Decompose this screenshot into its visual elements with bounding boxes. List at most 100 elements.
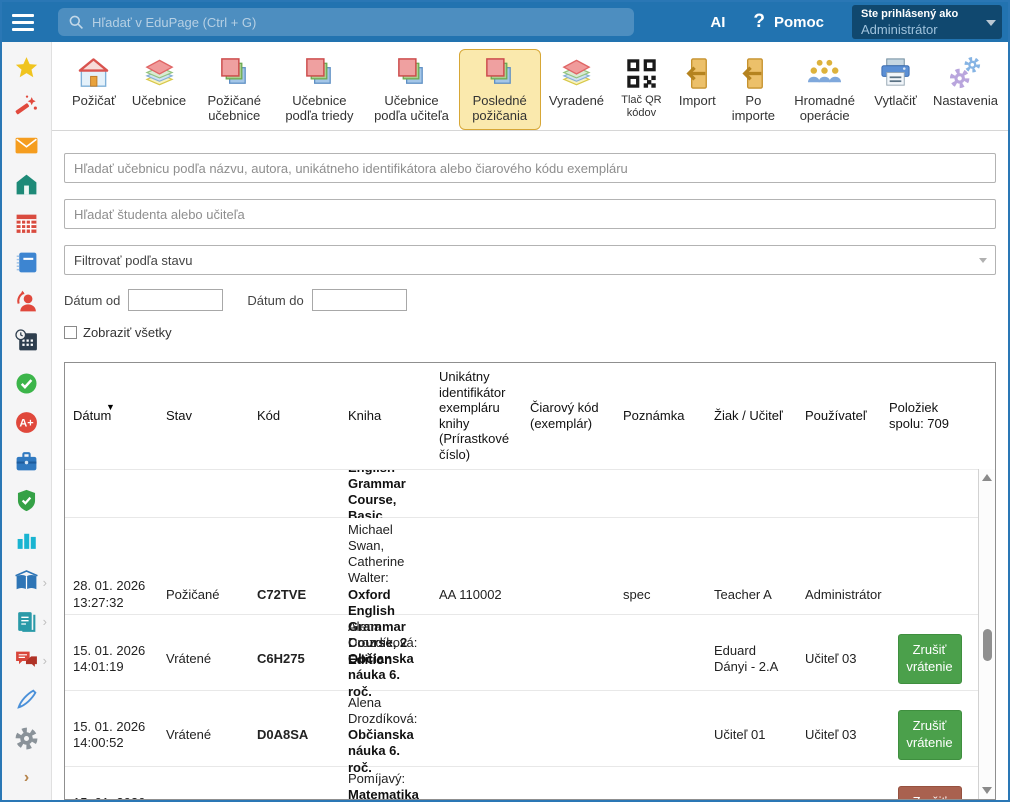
column-header-datum[interactable]: Dátum ▼ [65, 402, 158, 430]
cancel-loan-button[interactable]: Zrušiť požičanie [898, 786, 962, 799]
column-header-stav[interactable]: Stav [158, 402, 249, 430]
date-from-input[interactable] [128, 289, 223, 311]
toolbar-item-label: Učebnice podľa učiteľa [372, 94, 450, 124]
printer-icon [878, 56, 913, 91]
pen-icon [14, 687, 39, 712]
filters-section: Filtrovať podľa stavu Dátum od Dátum do … [52, 131, 1008, 350]
table-scrollbar[interactable] [978, 469, 995, 799]
gears-icon [948, 56, 983, 91]
cell-pouzivatel [797, 470, 881, 478]
loans-table: Dátum ▼ Stav Kód Kniha Unikátny identifi… [64, 362, 996, 800]
column-header-kniha[interactable]: Kniha [340, 402, 431, 430]
toolbar-item-pozicane-ucebnice[interactable]: Požičané učebnice [194, 49, 274, 130]
table-row[interactable]: 28. 01. 202613:27:32 Požičané C72TVE Mic… [65, 517, 978, 614]
date-from-label: Dátum od [64, 293, 120, 308]
sidebar-item-settings[interactable] [2, 719, 51, 758]
toolbar-item-po-importe[interactable]: Po importe [724, 49, 783, 130]
column-header-poznamka[interactable]: Poznámka [615, 402, 706, 430]
sidebar-item-documents[interactable]: › [2, 602, 51, 641]
sidebar-item-substitution[interactable] [2, 282, 51, 321]
table-body: English Grammar Course, Basic 28. 01. 20… [65, 469, 978, 799]
show-all-checkbox-row[interactable]: Zobraziť všetky [64, 325, 996, 340]
toolbar-item-label: Učebnice [132, 94, 186, 109]
toolbar-item-label: Hromadné operácie [791, 94, 858, 124]
cell-unikatny-identifikator [431, 731, 522, 739]
school-house-icon [14, 172, 39, 197]
column-header-ciarovy-kod[interactable]: Čiarový kód (exemplár) [522, 394, 615, 437]
ai-button[interactable]: AI [696, 14, 739, 31]
toolbar-item-vytlacit[interactable]: Vytlačiť [866, 49, 925, 115]
date-to-input[interactable] [312, 289, 407, 311]
column-header-kod[interactable]: Kód [249, 402, 340, 430]
toolbar-item-tlac-qr-kodov[interactable]: Tlač QR kódov [612, 49, 671, 125]
cell-akcia [881, 591, 978, 599]
cell-kod: D0A8SA [249, 723, 340, 747]
status-filter-select[interactable]: Filtrovať podľa stavu [64, 245, 996, 275]
expand-sidebar-button[interactable]: › [2, 758, 51, 797]
toolbar-item-vyradene[interactable]: Vyradené [541, 49, 612, 115]
sidebar-item-messages[interactable] [2, 126, 51, 165]
toolbar-item-pozicat[interactable]: Požičať [64, 49, 124, 115]
toolbar-item-nastavenia[interactable]: Nastavenia [925, 49, 1006, 115]
column-header-unikatny-identifikator[interactable]: Unikátny identifikátor exempláru knihy (… [431, 363, 522, 469]
sidebar-item-communication[interactable]: › [2, 641, 51, 680]
toolbar-item-label: Vyradené [549, 94, 604, 109]
import-arrow-icon [680, 56, 715, 91]
cell-ciarovy-kod [522, 655, 615, 663]
table-row[interactable]: 15. 01. 202614:00:52 Vrátené D0A8SA Alen… [65, 690, 978, 766]
book-search-input[interactable] [64, 153, 996, 183]
cell-kniha: Pomíjavý: Matematika pre 2. ročník, prac… [340, 767, 431, 799]
column-header-ziak-ucitel[interactable]: Žiak / Učiteľ [706, 402, 797, 430]
sidebar-item-favorites[interactable] [2, 48, 51, 87]
global-search-input[interactable] [92, 15, 624, 30]
app-window: AI ? Pomoc Ste prihlásený ako Administrá… [0, 0, 1010, 802]
sidebar-item-school[interactable] [2, 165, 51, 204]
help-button[interactable]: ? Pomoc [739, 11, 838, 33]
sidebar-item-gradebook[interactable] [2, 243, 51, 282]
cancel-return-button[interactable]: Zrušiť vrátenie [898, 634, 962, 684]
sidebar-item-statistics[interactable] [2, 520, 51, 559]
chevron-down-icon [986, 20, 996, 26]
sidebar-item-calendar[interactable] [2, 321, 51, 360]
cell-ziak-ucitel: Učiteľ 01 [706, 723, 797, 747]
sidebar-item-security[interactable] [2, 481, 51, 520]
sidebar-item-wizard[interactable] [2, 87, 51, 126]
sidebar-item-elearning[interactable] [2, 680, 51, 719]
stacked-squares-icon [302, 56, 337, 91]
sidebar-item-attendance[interactable] [2, 364, 51, 403]
cell-unikatny-identifikator [431, 470, 522, 478]
toolbar-item-ucebnice-podla-ucitela[interactable]: Učebnice podľa učiteľa [364, 49, 458, 130]
sidebar-item-library[interactable]: › [2, 563, 51, 602]
scroll-down-arrow-icon[interactable] [982, 787, 992, 794]
table-row[interactable]: 15. 01. 202614:01:19 Vrátené C6H275 Alen… [65, 614, 978, 690]
cell-pouzivatel: Administrátor [797, 583, 881, 607]
logged-in-as-label: Ste prihlásený ako [861, 7, 986, 22]
toolbar-item-hromadne-operacie[interactable]: Hromadné operácie [783, 49, 866, 130]
sidebar-item-agenda[interactable] [2, 442, 51, 481]
toolbar-item-posledne-pozicania[interactable]: Posledné požičania [459, 49, 541, 130]
toolbar-item-label: Posledné požičania [467, 94, 533, 124]
sort-descending-icon: ▼ [106, 402, 115, 413]
stacked-squares-icon [394, 56, 429, 91]
table-row[interactable]: English Grammar Course, Basic [65, 469, 978, 517]
cell-akcia [881, 470, 978, 478]
cell-datum: 28. 01. 202613:27:32 [65, 574, 158, 615]
person-search-input[interactable] [64, 199, 996, 229]
cell-ziak-ucitel: Teacher A [706, 583, 797, 607]
logged-in-user-menu[interactable]: Ste prihlásený ako Administrátor [852, 5, 1002, 39]
toolbar-item-import[interactable]: Import [671, 49, 724, 115]
hamburger-menu-icon[interactable] [12, 9, 42, 35]
toolbar-item-ucebnice-podla-triedy[interactable]: Učebnice podľa triedy [274, 49, 364, 130]
cell-stav: Požičané [158, 583, 249, 607]
global-search[interactable] [58, 8, 634, 36]
scroll-up-arrow-icon[interactable] [982, 474, 992, 481]
table-row[interactable]: 15. 01. 202613:55:05 Požičané 8RBO4B Pom… [65, 766, 978, 799]
scrollbar-thumb[interactable] [983, 629, 992, 661]
sidebar-item-grades[interactable]: A+ [2, 403, 51, 442]
cell-poznamka [615, 731, 706, 739]
sidebar-item-timetable[interactable] [2, 204, 51, 243]
show-all-checkbox[interactable] [64, 326, 77, 339]
toolbar-item-ucebnice[interactable]: Učebnice [124, 49, 194, 115]
cancel-return-button[interactable]: Zrušiť vrátenie [898, 710, 962, 760]
column-header-pouzivatel[interactable]: Používateľ [797, 402, 881, 430]
